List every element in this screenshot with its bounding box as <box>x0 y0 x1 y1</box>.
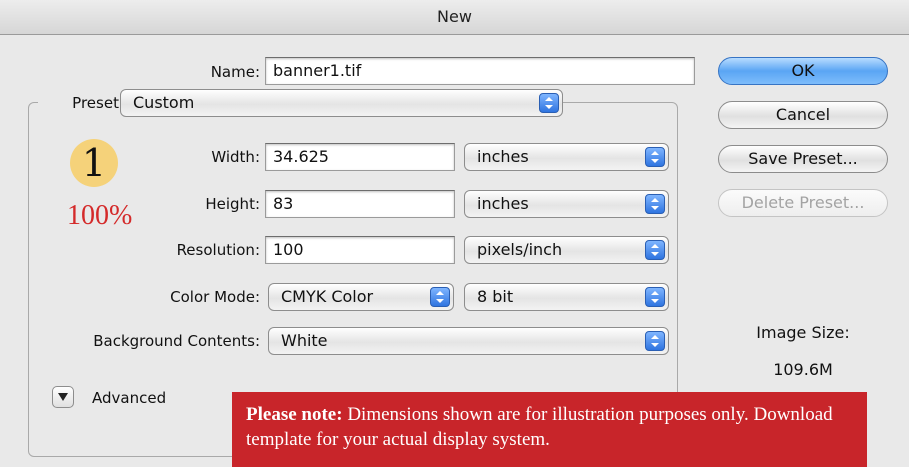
bit-depth-value: 8 bit <box>477 287 514 306</box>
width-label: Width: <box>211 148 260 166</box>
height-label: Height: <box>205 195 260 213</box>
note-bold-prefix: Please note: <box>246 404 343 425</box>
resolution-field[interactable]: 100 <box>265 236 455 264</box>
up-down-arrows-icon <box>645 240 665 260</box>
color-mode-label: Color Mode: <box>170 288 260 306</box>
width-field[interactable]: 34.625 <box>265 143 455 171</box>
color-mode-select[interactable]: CMYK Color <box>268 283 454 311</box>
up-down-arrows-icon <box>645 287 665 307</box>
ok-button[interactable]: OK <box>718 57 888 85</box>
background-contents-value: White <box>281 331 328 350</box>
up-down-arrows-icon <box>430 287 450 307</box>
width-unit-value: inches <box>477 147 529 166</box>
disclosure-triangle-icon <box>58 393 68 401</box>
window-title: New <box>0 0 909 35</box>
image-size-value: 109.6M <box>773 360 833 379</box>
width-unit-select[interactable]: inches <box>464 143 669 171</box>
resolution-label: Resolution: <box>176 241 260 259</box>
height-unit-value: inches <box>477 194 529 213</box>
resolution-unit-select[interactable]: pixels/inch <box>464 236 669 264</box>
preset-select[interactable]: Custom <box>120 89 563 117</box>
up-down-arrows-icon <box>645 194 665 214</box>
up-down-arrows-icon <box>645 331 665 351</box>
delete-preset-button[interactable]: Delete Preset... <box>718 189 888 217</box>
height-field[interactable]: 83 <box>265 190 455 218</box>
illustration-note: Please note: Dimensions shown are for il… <box>232 392 867 467</box>
step-number-badge: 1 <box>70 139 118 187</box>
up-down-arrows-icon <box>645 147 665 167</box>
bit-depth-select[interactable]: 8 bit <box>464 283 669 311</box>
background-contents-select[interactable]: White <box>268 327 669 355</box>
cancel-button[interactable]: Cancel <box>718 101 888 129</box>
name-field[interactable]: banner1.tif <box>265 57 695 85</box>
advanced-label: Advanced <box>84 386 175 410</box>
resolution-unit-value: pixels/inch <box>477 240 563 259</box>
name-label: Name: <box>210 63 260 81</box>
save-preset-button[interactable]: Save Preset... <box>718 145 888 173</box>
preset-label: Preset: <box>38 89 124 117</box>
scale-percentage: 100% <box>67 200 133 231</box>
preset-value: Custom <box>133 93 195 112</box>
image-size-label: Image Size: <box>756 323 850 342</box>
up-down-arrows-icon <box>539 93 559 113</box>
color-mode-value: CMYK Color <box>281 287 374 306</box>
height-unit-select[interactable]: inches <box>464 190 669 218</box>
background-contents-label: Background Contents: <box>93 332 260 350</box>
advanced-disclosure-button[interactable] <box>52 386 74 408</box>
